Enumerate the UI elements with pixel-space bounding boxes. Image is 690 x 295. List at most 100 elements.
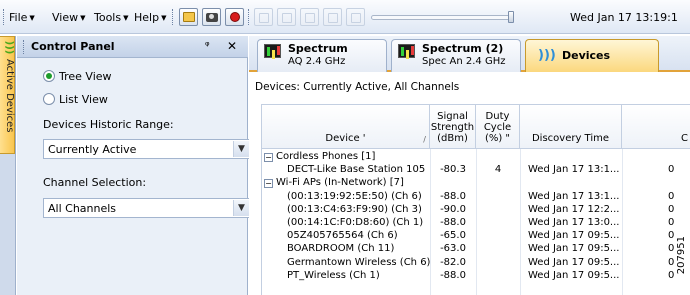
- column-header-device[interactable]: Device ' /: [262, 105, 430, 149]
- devices-view: Devices: Currently Active, All Channels …: [249, 74, 690, 295]
- discovery-time-cell: Wed Jan 17 09:5...: [528, 243, 620, 255]
- column-header-discovery-time[interactable]: Discovery Time: [520, 105, 622, 149]
- wifi-icon: ))): [3, 40, 15, 55]
- discovery-time-cell: Wed Jan 17 09:5...: [528, 256, 620, 268]
- device-name-cell: (00:13:19:92:5E:50) (Ch 6): [287, 191, 430, 203]
- screenshot-button[interactable]: [202, 8, 221, 26]
- active-devices-tab-label: Active Devices: [4, 59, 15, 133]
- signal-strength-cell: -88.0: [440, 217, 466, 228]
- column-header-signal[interactable]: Signal Strength (dBm): [430, 105, 476, 149]
- playback-pause-button[interactable]: [323, 8, 342, 26]
- device-name: PT_Wireless (Ch 1): [287, 269, 380, 281]
- playback-slider[interactable]: [371, 15, 511, 20]
- signal-strength-cell: -88.0: [440, 190, 466, 202]
- list-view-radio[interactable]: [43, 93, 55, 105]
- signal-strength-cell: -90.0: [440, 203, 466, 215]
- historic-range-label: Devices Historic Range:: [43, 118, 174, 131]
- menu-view[interactable]: View ▼: [52, 11, 86, 24]
- c-column-cell: 0: [668, 217, 675, 228]
- device-name: 05Z405765564 (Ch 6): [287, 230, 398, 242]
- playback-start-button[interactable]: [254, 8, 273, 26]
- menu-tools[interactable]: Tools ▼: [94, 11, 129, 24]
- pin-icon[interactable]: ᵠ: [205, 39, 210, 52]
- datetime-display: Wed Jan 17 13:19:1: [570, 11, 678, 24]
- playback-slider-thumb[interactable]: [508, 11, 514, 23]
- tab-devices[interactable]: ))) Devices: [525, 39, 659, 72]
- panel-grip[interactable]: [23, 40, 26, 54]
- wifi-icon: ))): [538, 48, 556, 63]
- record-button[interactable]: [225, 8, 244, 26]
- device-name: (00:13:19:92:5E:50) (Ch 6): [287, 190, 422, 202]
- device-name: (00:13:C4:63:F9:90) (Ch 3): [287, 203, 422, 215]
- active-devices-tab-strip[interactable]: ))) Active Devices: [0, 36, 15, 154]
- column-header-discovery-label: Discovery Time: [531, 133, 610, 144]
- main-toolbar: File ▼ View ▼ Tools ▼ Help ▼ Wed Jan 17 13:1…: [0, 0, 690, 34]
- discovery-time-cell: Wed Jan 17 13:0...: [528, 217, 620, 228]
- menu-help-label: Help: [134, 11, 160, 24]
- device-name: Cordless Phones [1]: [276, 151, 376, 162]
- open-file-button[interactable]: [179, 8, 198, 26]
- duty-cycle-cell: [476, 243, 520, 255]
- device-name: DECT-Like Base Station 105: [287, 164, 426, 176]
- tab-spectrum-subtitle: AQ 2.4 GHz: [288, 56, 346, 67]
- chevron-down-icon[interactable]: ▼: [233, 141, 249, 157]
- tree-view-label[interactable]: Tree View: [59, 70, 112, 83]
- device-name-cell: PT_Wireless (Ch 1): [287, 270, 430, 282]
- chevron-down-icon[interactable]: ▼: [233, 200, 249, 216]
- close-icon[interactable]: ✕: [227, 39, 237, 53]
- channel-selection-label: Channel Selection:: [43, 176, 147, 189]
- toolbar-grip[interactable]: [172, 9, 175, 25]
- historic-range-value: Currently Active: [48, 143, 137, 156]
- device-name-cell: (00:14:1C:F0:D8:60) (Ch 1): [287, 217, 430, 229]
- document-tabs: Spectrum AQ 2.4 GHz Spectrum (2) Spec An…: [249, 36, 690, 72]
- device-row[interactable]: (00:13:19:92:5E:50) (Ch 6) -88.0 Wed Jan 1…: [262, 191, 690, 203]
- playback-stop-button[interactable]: [277, 8, 296, 26]
- device-row[interactable]: 05Z405765564 (Ch 6) -65.0 Wed Jan 17 09:5.…: [262, 230, 690, 242]
- toolbar-grip[interactable]: [3, 9, 6, 25]
- device-group-row[interactable]: − Cordless Phones [1]: [262, 151, 690, 163]
- spectrum-icon: [398, 44, 415, 58]
- device-name: Wi-Fi APs (In-Network) [7]: [276, 177, 404, 189]
- menu-tools-label: Tools: [94, 11, 122, 24]
- active-devices-side-tab[interactable]: ))) Active Devices: [0, 36, 16, 295]
- device-row[interactable]: (00:14:1C:F0:D8:60) (Ch 1) -88.0 Wed Jan 1…: [262, 217, 690, 229]
- figure-id: 207951: [676, 236, 687, 275]
- collapse-icon[interactable]: −: [264, 153, 273, 162]
- device-name-cell: − Cordless Phones [1]: [264, 151, 474, 163]
- menu-help[interactable]: Help ▼: [134, 11, 166, 24]
- device-name: BOARDROOM (Ch 11): [287, 243, 395, 255]
- column-header-c[interactable]: C: [622, 105, 690, 149]
- device-name-cell: BOARDROOM (Ch 11): [287, 243, 430, 255]
- tab-spectrum[interactable]: Spectrum AQ 2.4 GHz: [257, 39, 387, 72]
- playback-forward-button[interactable]: [346, 8, 365, 26]
- column-header-duty-label: Duty Cycle (%) ": [483, 111, 512, 144]
- discovery-time-cell: Wed Jan 17 09:5...: [528, 269, 620, 281]
- menu-file[interactable]: File ▼: [9, 11, 35, 24]
- c-column-cell: 0: [668, 203, 675, 215]
- device-row[interactable]: Germantown Wireless (Ch 6) -82.0 Wed Jan 1…: [262, 257, 690, 269]
- device-row[interactable]: PT_Wireless (Ch 1) -88.0 Wed Jan 17 09:5..…: [262, 270, 690, 282]
- playback-back-button[interactable]: [300, 8, 319, 26]
- duty-cycle-cell: [476, 191, 520, 203]
- tab-spectrum-title: Spectrum: [288, 42, 348, 55]
- c-column-cell: 0: [668, 164, 675, 176]
- chevron-down-icon: ▼: [29, 14, 35, 22]
- channel-selection-value: All Channels: [48, 202, 117, 215]
- duty-cycle-cell: [476, 257, 520, 269]
- toolbar-grip[interactable]: [248, 9, 251, 25]
- column-header-duty[interactable]: Duty Cycle (%) ": [476, 105, 520, 149]
- device-group-row[interactable]: − Wi-Fi APs (In-Network) [7]: [262, 177, 690, 189]
- discovery-time-cell: Wed Jan 17 09:5...: [528, 230, 620, 242]
- tree-view-radio[interactable]: [43, 70, 55, 82]
- tab-spectrum-2[interactable]: Spectrum (2) Spec An 2.4 GHz: [391, 39, 521, 72]
- historic-range-select[interactable]: Currently Active ▼: [43, 139, 251, 159]
- device-row[interactable]: DECT-Like Base Station 105 -80.3 4 Wed Jan …: [262, 164, 690, 176]
- devices-table: Device ' / Signal Strength (dBm) Duty Cy…: [261, 104, 690, 295]
- device-row[interactable]: (00:13:C4:63:F9:90) (Ch 3) -90.0 Wed Jan 1…: [262, 204, 690, 216]
- channel-selection-select[interactable]: All Channels ▼: [43, 198, 251, 218]
- list-view-label[interactable]: List View: [59, 93, 108, 106]
- collapse-icon[interactable]: −: [264, 179, 273, 189]
- device-row[interactable]: BOARDROOM (Ch 11) -63.0 Wed Jan 17 09:5...…: [262, 243, 690, 255]
- discovery-time-cell: Wed Jan 17 13:1...: [528, 164, 620, 176]
- device-name-cell: DECT-Like Base Station 105: [287, 164, 430, 176]
